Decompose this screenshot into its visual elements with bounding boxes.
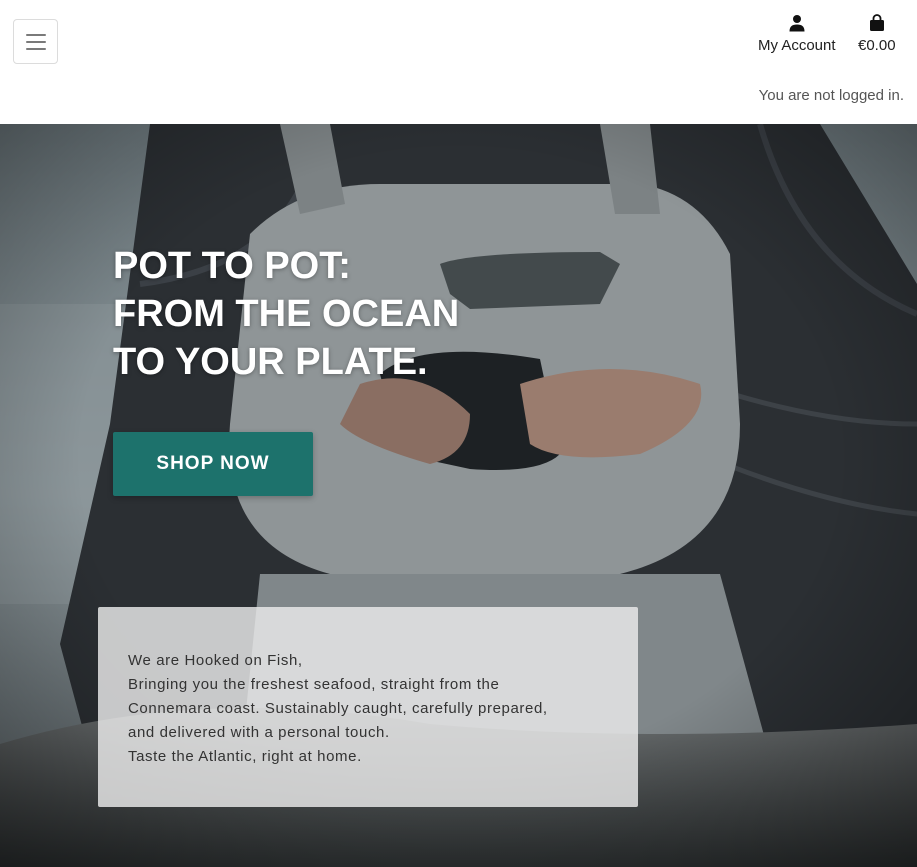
menu-toggle-button[interactable] [13,19,58,64]
intro-text-line: Taste the Atlantic, right at home. [128,748,362,765]
hero-title: POT TO POT: FROM THE OCEAN TO YOUR PLATE… [113,242,459,386]
login-status-text: You are not logged in. [758,87,904,104]
intro-text-line: Bringing you the freshest seafood, strai… [128,676,500,693]
shop-now-button[interactable]: SHOP NOW [113,432,313,496]
hamburger-bar [26,48,46,50]
hamburger-bar [26,41,46,43]
hero-title-line: FROM THE OCEAN [113,293,460,335]
cart-total: €0.00 [858,37,896,54]
user-icon [789,15,805,32]
hamburger-menu-icon [26,34,46,36]
my-account-label: My Account [758,37,836,54]
intro-card: We are Hooked on Fish, Bringing you the … [98,607,638,807]
my-account-link[interactable]: My Account [758,14,836,54]
intro-text-line: We are Hooked on Fish, [128,652,303,669]
hero-title-line: TO YOUR PLATE. [113,341,428,383]
intro-text-line: Connemara coast. Sustainably caught, car… [128,700,548,717]
hero-title-line: POT TO POT: [113,245,351,287]
site-header: My Account €0.00 You are not logged in. [0,0,917,124]
intro-text-line: and delivered with a personal touch. [128,724,390,741]
hero-section: POT TO POT: FROM THE OCEAN TO YOUR PLATE… [0,124,917,867]
shopping-bag-icon [869,14,884,31]
cart-link[interactable]: €0.00 [858,14,896,54]
